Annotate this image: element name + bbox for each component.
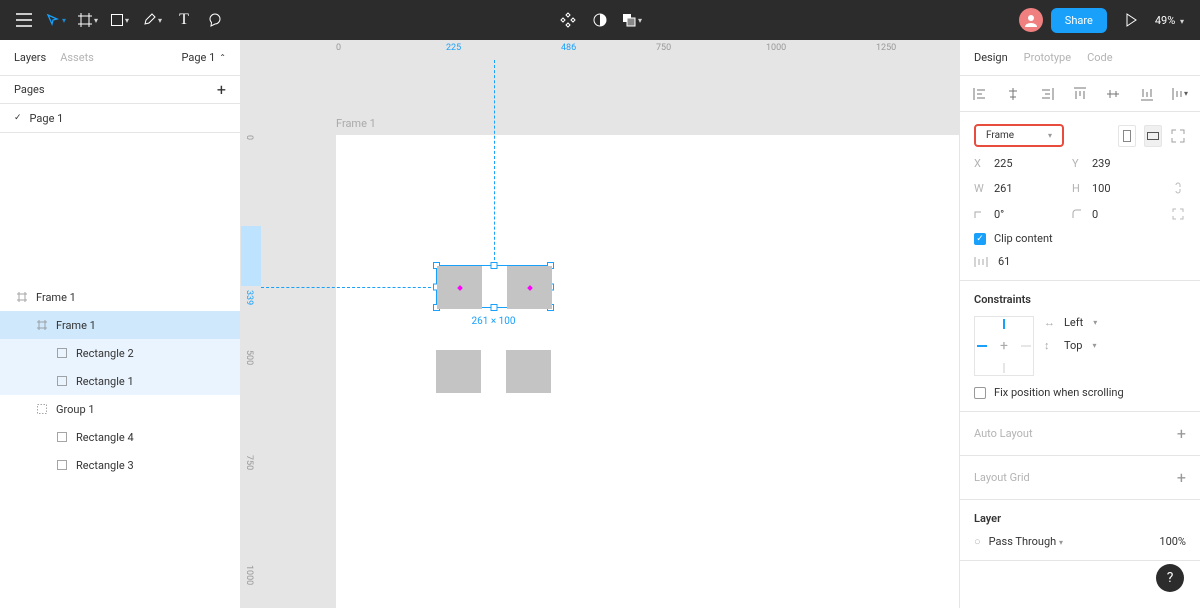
rect-icon — [56, 375, 68, 387]
align-left-icon[interactable] — [972, 86, 988, 102]
align-right-icon[interactable] — [1039, 86, 1055, 102]
selection-dimensions: 261 × 100 — [436, 316, 551, 327]
y-field[interactable]: Y239 — [1072, 157, 1162, 170]
add-auto-layout-button[interactable]: + — [1177, 424, 1186, 443]
group-icon — [36, 403, 48, 415]
constraint-h-dropdown[interactable]: ↔Left▾ — [1044, 316, 1186, 329]
pen-tool[interactable]: ▾ — [136, 4, 168, 36]
align-top-icon[interactable] — [1072, 86, 1088, 102]
horizontal-ruler: 0225486750100012501500 — [261, 40, 959, 60]
rect-icon — [56, 431, 68, 443]
move-tool[interactable]: ▾ — [40, 4, 72, 36]
layer-row[interactable]: Rectangle 2 — [0, 339, 240, 367]
layer-row[interactable]: Frame 1 — [0, 311, 240, 339]
align-hcenter-icon[interactable] — [1005, 86, 1021, 102]
align-vcenter-icon[interactable] — [1105, 86, 1121, 102]
gap-field[interactable]: 61 — [998, 255, 1010, 268]
w-field[interactable]: W261 — [974, 182, 1064, 195]
tab-prototype[interactable]: Prototype — [1024, 51, 1071, 64]
layout-grid-heading: Layout Grid — [974, 471, 1030, 484]
tab-code[interactable]: Code — [1087, 51, 1112, 64]
layer-heading: Layer — [974, 512, 1186, 525]
mask-icon[interactable] — [584, 4, 616, 36]
avatar[interactable] — [1019, 8, 1043, 32]
h-field[interactable]: H100 — [1072, 182, 1162, 195]
page-selector[interactable]: Page 1⌃ — [182, 51, 227, 64]
independent-corners-icon[interactable] — [1170, 206, 1186, 222]
rectangle-shape[interactable] — [437, 266, 482, 309]
opacity-field[interactable]: 100% — [1159, 535, 1186, 548]
fix-position-label: Fix position when scrolling — [994, 386, 1124, 399]
frame-type-dropdown[interactable]: Frame▾ — [974, 124, 1064, 147]
layer-name: Rectangle 3 — [76, 459, 134, 472]
rect-icon — [56, 347, 68, 359]
clip-content-label: Clip content — [994, 232, 1053, 245]
zoom-selector[interactable]: 49% ▾ — [1147, 14, 1192, 27]
constraints-heading: Constraints — [974, 293, 1186, 306]
share-button[interactable]: Share — [1051, 8, 1107, 33]
rotation-field[interactable]: 0° — [974, 208, 1064, 221]
layer-row[interactable]: Frame 1 — [0, 283, 240, 311]
rectangle-shape[interactable] — [506, 350, 551, 393]
rectangle-shape[interactable] — [436, 350, 481, 393]
selection-box[interactable] — [436, 265, 551, 308]
resize-to-fit-icon[interactable] — [1170, 128, 1186, 144]
present-icon[interactable] — [1115, 4, 1147, 36]
vertical-ruler: 02393395007501000 — [241, 60, 261, 608]
radius-field[interactable]: 0 — [1072, 208, 1162, 221]
constrain-proportions-icon[interactable] — [1170, 180, 1186, 196]
constraints-diagram[interactable]: + — [974, 316, 1034, 376]
layer-name: Rectangle 2 — [76, 347, 134, 360]
layer-name: Group 1 — [56, 403, 95, 416]
layer-name: Rectangle 4 — [76, 431, 134, 444]
rectangle-shape[interactable] — [507, 266, 552, 309]
components-icon[interactable] — [552, 4, 584, 36]
pages-heading: Pages — [14, 83, 45, 96]
layer-row[interactable]: Rectangle 3 — [0, 451, 240, 479]
hamburger-menu[interactable] — [8, 4, 40, 36]
distribute-icon[interactable]: ▾ — [1172, 86, 1188, 102]
align-bottom-icon[interactable] — [1139, 86, 1155, 102]
x-field[interactable]: X225 — [974, 157, 1064, 170]
artboard[interactable]: Frame 1 — [336, 135, 959, 608]
orientation-portrait[interactable] — [1118, 125, 1136, 147]
clip-content-checkbox[interactable]: ✓ — [974, 233, 986, 245]
add-layout-grid-button[interactable]: + — [1177, 468, 1186, 487]
layer-name: Frame 1 — [36, 291, 76, 304]
canvas[interactable]: 0225486750100012501500 02393395007501000… — [241, 40, 959, 608]
auto-layout-heading: Auto Layout — [974, 427, 1033, 440]
fix-position-checkbox[interactable] — [974, 387, 986, 399]
tab-design[interactable]: Design — [974, 51, 1008, 64]
tab-assets[interactable]: Assets — [60, 51, 94, 64]
help-button[interactable]: ? — [1156, 564, 1184, 592]
rect-icon — [56, 459, 68, 471]
artboard-label[interactable]: Frame 1 — [336, 117, 376, 130]
boolean-icon[interactable]: ▾ — [616, 4, 648, 36]
layer-row[interactable]: Rectangle 4 — [0, 423, 240, 451]
layer-name: Rectangle 1 — [76, 375, 134, 388]
shape-tool[interactable]: ▾ — [104, 4, 136, 36]
layer-row[interactable]: Rectangle 1 — [0, 367, 240, 395]
blend-mode-dropdown[interactable]: Pass Through ▾ — [989, 535, 1063, 548]
layer-name: Frame 1 — [56, 319, 96, 332]
tab-layers[interactable]: Layers — [14, 51, 46, 64]
frame-tool[interactable]: ▾ — [72, 4, 104, 36]
comment-tool[interactable] — [200, 4, 232, 36]
text-tool[interactable]: T — [168, 4, 200, 36]
frame-icon — [16, 291, 28, 303]
add-page-button[interactable]: + — [217, 80, 226, 99]
page-row[interactable]: ✓Page 1 — [0, 104, 240, 132]
layer-row[interactable]: Group 1 — [0, 395, 240, 423]
orientation-landscape[interactable] — [1144, 125, 1162, 147]
frame-icon — [36, 319, 48, 331]
constraint-v-dropdown[interactable]: ↕Top▾ — [1044, 339, 1186, 352]
blend-visibility-icon[interactable]: ○ — [974, 535, 981, 548]
gap-icon — [974, 256, 990, 268]
